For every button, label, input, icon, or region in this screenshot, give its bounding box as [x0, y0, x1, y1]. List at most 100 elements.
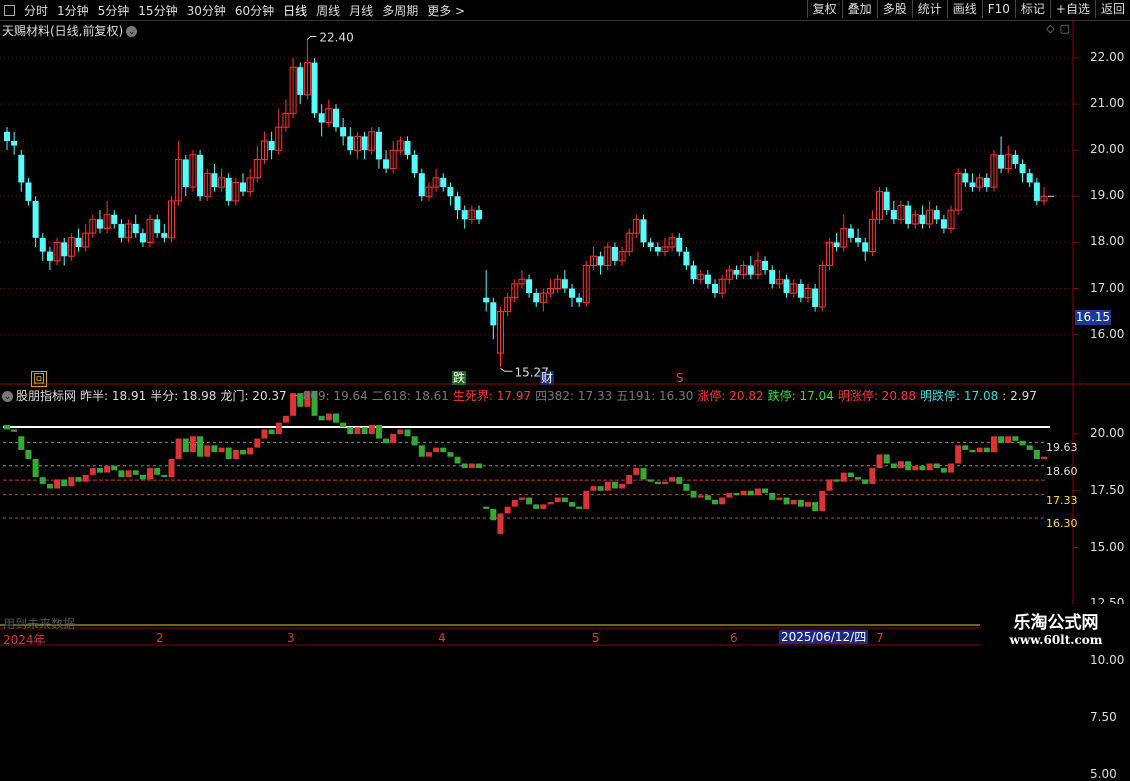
- timeline-label: 4: [438, 631, 446, 645]
- indicator-bar: [812, 502, 819, 512]
- indicator-level-label: 16.30: [1046, 516, 1078, 530]
- indicator-name[interactable]: 股朋指标网: [16, 389, 76, 403]
- indicator-bar: [125, 470, 132, 478]
- candle-body-down: [4, 131, 10, 141]
- indicator-bar: [232, 449, 239, 459]
- indicator-bar: [712, 499, 719, 505]
- price-tick: 17.00: [1090, 280, 1125, 295]
- signal-hui[interactable]: 回: [31, 371, 48, 387]
- indicator-bar: [998, 436, 1005, 444]
- candle-body-down: [712, 283, 719, 294]
- signal-die[interactable]: 跌: [452, 371, 467, 385]
- indicator-bar: [411, 436, 418, 446]
- price-tick: 22.00: [1090, 50, 1125, 64]
- candle-body-down: [340, 127, 347, 137]
- candle-body-down: [311, 62, 318, 114]
- watermark-logo: 乐淘公式网 www.60lt.com: [982, 604, 1130, 650]
- candle-body-down: [733, 270, 740, 275]
- indicator-bar: [461, 463, 468, 469]
- candle-body-down: [440, 177, 447, 188]
- kline-chart[interactable]: 22.4015.27: [0, 0, 1130, 650]
- indicator-bar: [111, 465, 118, 471]
- candle-body-down: [75, 237, 82, 248]
- candle-body-down: [812, 288, 819, 307]
- indicator-bar: [454, 456, 461, 464]
- indicator-bar: [282, 415, 289, 423]
- timeline-label: 6: [730, 631, 738, 645]
- indicator-tick: 17.50: [1090, 482, 1125, 497]
- candle-body-down: [855, 237, 862, 243]
- indicator-bar: [926, 463, 933, 471]
- indicator-bar: [583, 490, 590, 509]
- indicator-bar: [511, 499, 518, 507]
- candle-body-down: [268, 140, 275, 151]
- indicator-bar: [39, 477, 46, 484]
- indicator-bar: [690, 490, 697, 498]
- candle-body-down: [25, 182, 32, 201]
- indicator-bar: [211, 445, 218, 453]
- indicator-bar: [876, 454, 883, 469]
- candle-body-down: [890, 210, 897, 220]
- signal-cai[interactable]: 财: [540, 371, 555, 385]
- indicator-bar: [161, 474, 168, 478]
- signal-s[interactable]: S: [675, 371, 685, 385]
- candle-body-down: [526, 279, 533, 294]
- candle-body-down: [383, 159, 390, 169]
- candle-body-down: [461, 210, 468, 220]
- chevron-down-icon[interactable]: ⌄: [2, 391, 13, 402]
- indicator-bar: [769, 493, 776, 500]
- low-pointer: [500, 367, 513, 372]
- indicator-value-11: 明跌停: 17.08: [920, 389, 999, 403]
- candle-body-down: [647, 242, 654, 248]
- indicator-bar: [526, 497, 533, 505]
- candle-body-down: [676, 237, 683, 252]
- timeline-label: 2: [156, 631, 164, 645]
- indicator-bar: [797, 499, 804, 507]
- indicator-bar: [790, 499, 797, 505]
- indicator-bar: [547, 502, 554, 505]
- indicator-bar: [104, 465, 111, 473]
- indicator-bar: [561, 497, 568, 503]
- high-marker-label: 22.40: [319, 31, 353, 45]
- indicator-bar: [940, 468, 947, 473]
- candle-body-down: [568, 288, 575, 298]
- indicator-bar: [833, 479, 840, 482]
- indicator-bar: [247, 447, 254, 455]
- indicator-bar: [32, 458, 39, 478]
- timeline-label: 7: [876, 631, 884, 645]
- indicator-bar: [404, 429, 411, 437]
- indicator-bar: [633, 468, 640, 475]
- indicator-bar: [318, 415, 325, 421]
- indicator-bar: [969, 449, 976, 453]
- indicator-bar: [440, 447, 447, 453]
- candle-body-down: [933, 210, 940, 220]
- indicator-bar: [912, 465, 919, 471]
- candle-body-down: [797, 283, 804, 298]
- indicator-bar: [476, 463, 483, 469]
- candle-body-down: [597, 256, 604, 266]
- candle-body-down: [1026, 173, 1033, 183]
- indicator-bar: [983, 447, 990, 453]
- candle-body-down: [862, 242, 869, 252]
- candle-body-down: [561, 279, 568, 289]
- indicator-bar: [948, 463, 955, 473]
- indicator-bar: [626, 474, 633, 484]
- indicator-bar: [182, 438, 189, 453]
- indicator-bar: [697, 495, 704, 498]
- indicator-bar: [46, 483, 53, 489]
- indicator-bar: [1033, 449, 1040, 459]
- indicator-bar: [425, 452, 432, 457]
- candle-body-down: [533, 293, 540, 303]
- indicator-bar: [325, 413, 332, 421]
- watermark-line2: www.60lt.com: [1009, 633, 1103, 647]
- candle-body-down: [998, 154, 1005, 169]
- indicator-bar: [139, 474, 146, 480]
- indicator-bar: [683, 483, 690, 491]
- indicator-bar: [11, 429, 18, 432]
- indicator-bar: [375, 424, 382, 439]
- indicator-value-5: 生死界: 17.97: [452, 389, 532, 403]
- indicator-bar: [576, 506, 583, 509]
- indicator-bar: [82, 474, 89, 482]
- candle-body-down: [905, 205, 912, 224]
- indicator-bar: [118, 470, 125, 478]
